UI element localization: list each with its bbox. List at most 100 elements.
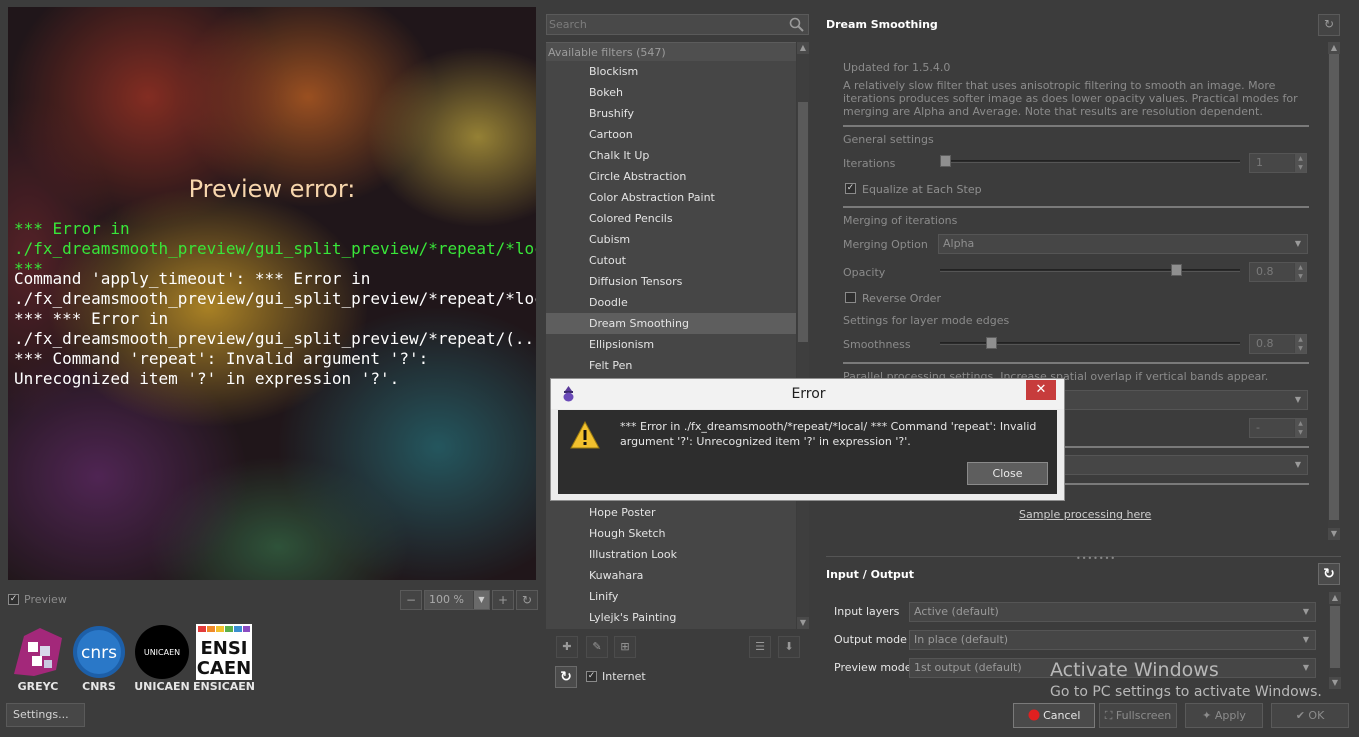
filter-list-item[interactable]: Diffusion Tensors [546,271,796,292]
reset-params-button[interactable]: ↻ [1318,14,1340,36]
preview-canvas[interactable]: Preview error: *** Error in ./fx_dreamsm… [8,7,536,580]
filter-list-item[interactable]: Color Abstraction Paint [546,187,796,208]
params-scroll-thumb[interactable] [1329,54,1339,520]
cnrs-label: CNRS [82,680,116,693]
preview-checkbox[interactable]: ✓ [8,594,19,605]
zoom-dropdown-arrow-icon[interactable]: ▼ [473,591,489,609]
filter-list-item[interactable]: Ellipsionism [546,334,796,355]
iterations-slider[interactable] [940,155,1240,167]
download-button[interactable]: ⬇ [778,636,800,658]
scroll-down-icon[interactable]: ▼ [1328,528,1340,540]
dialog-close-button[interactable]: Close [967,462,1048,485]
dialog-titlebar[interactable]: Error ✕ [551,379,1064,409]
tree-view-button[interactable]: ⊞ [614,636,636,658]
filter-list-item[interactable]: Bokeh [546,82,796,103]
error-dialog[interactable]: Error ✕ *** Error in ./fx_dreamsmooth/*r… [550,378,1065,501]
reset-io-icon[interactable]: ↻ [1318,563,1340,585]
filter-list-item[interactable]: Circle Abstraction [546,166,796,187]
smoothness-slider[interactable] [940,337,1240,349]
spatial-overlap-spinbox[interactable]: - ▲ ▼ [1249,418,1307,438]
equalize-checkbox[interactable]: ✓ [845,183,856,194]
remove-fave-button[interactable]: ✎ [586,636,608,658]
filter-list-item[interactable]: Linify [546,586,796,607]
apply-button[interactable]: ✦ Apply [1185,703,1263,728]
zoom-level-field[interactable]: 100 % ▼ [424,590,490,610]
available-filters-header: Available filters (547) [546,42,796,61]
spin-arrows-icon[interactable]: ▲ ▼ [1294,419,1306,437]
svg-text:cnrs: cnrs [81,643,117,663]
separator [843,125,1309,127]
filter-list-item[interactable]: Chalk It Up [546,145,796,166]
opacity-slider[interactable] [940,264,1240,276]
spin-arrows-icon[interactable]: ▲ ▼ [1294,154,1306,172]
smoothness-slider-handle[interactable] [986,337,997,349]
io-scroll-thumb[interactable] [1330,606,1340,668]
filter-list-scrollbar[interactable]: ▲ ▼ [797,42,809,629]
svg-text:CAEN: CAEN [197,658,252,679]
scroll-up-icon[interactable]: ▲ [1328,42,1340,54]
filter-list-item[interactable]: Lylejk's Painting [546,607,796,628]
filter-list-item[interactable]: Illustration Look [546,544,796,565]
opacity-value: 0.8 [1256,265,1274,278]
zoom-reset-button[interactable]: ↻ [516,590,538,610]
filter-list-scroll-thumb[interactable] [798,102,808,342]
scroll-down-icon[interactable]: ▼ [1329,677,1341,689]
scroll-down-icon[interactable]: ▼ [797,617,809,629]
iterations-spinbox[interactable]: 1 ▲ ▼ [1249,153,1307,173]
scroll-up-icon[interactable]: ▲ [797,42,809,54]
dialog-message: *** Error in ./fx_dreamsmooth/*repeat/*l… [620,420,1037,448]
close-icon[interactable]: ✕ [1026,380,1056,400]
filter-list-item[interactable]: Dream Smoothing [546,313,796,334]
settings-button[interactable]: Settings... [6,703,85,727]
io-scrollbar[interactable]: ▲ ▼ [1329,592,1341,689]
cancel-button[interactable]: Cancel [1013,703,1095,728]
iterations-slider-handle[interactable] [940,155,951,167]
output-mode-select[interactable]: In place (default) ▼ [909,630,1316,650]
activate-windows-subtitle: Go to PC settings to activate Windows. [1050,684,1322,700]
ok-button[interactable]: ✔ OK [1271,703,1349,728]
opacity-spinbox[interactable]: 0.8 ▲ ▼ [1249,262,1307,282]
edges-header: Settings for layer mode edges [843,314,1010,327]
search-placeholder: Search [549,18,587,31]
ok-button-label: OK [1308,709,1325,722]
filter-list-item[interactable]: Cutout [546,250,796,271]
smoothness-spinbox[interactable]: 0.8 ▲ ▼ [1249,334,1307,354]
fullscreen-button-label: Fullscreen [1115,709,1172,722]
preview-mode-value: 1st output (default) [914,661,1022,674]
unicaen-logo: UNICAEN [135,625,189,679]
internet-checkbox[interactable]: ✓ [586,671,597,682]
input-layers-select[interactable]: Active (default) ▼ [909,602,1316,622]
fullscreen-button[interactable]: ⛶ Fullscreen [1099,703,1177,728]
filter-list-item[interactable]: Cubism [546,229,796,250]
splitter-grip-icon[interactable]: ••••••• [1076,554,1116,563]
equalize-label: Equalize at Each Step [862,183,982,196]
params-scrollbar[interactable]: ▲ ▼ [1328,42,1340,540]
filter-list[interactable]: Blockism Bokeh Brushify Cartoon Chalk It Up C… [546,61,796,629]
reverse-order-checkbox[interactable] [845,292,856,303]
zoom-out-button[interactable]: − [400,590,422,610]
selection-mode-button[interactable]: ☰ [749,636,771,658]
filter-list-item[interactable]: Cartoon [546,124,796,145]
filter-list-item[interactable]: Felt Pen [546,355,796,376]
add-fave-button[interactable]: ✚ [556,636,578,658]
activate-windows-title: Activate Windows [1050,659,1219,681]
spin-arrows-icon[interactable]: ▲ ▼ [1294,335,1306,353]
filter-list-item[interactable]: Hough Sketch [546,523,796,544]
separator [843,206,1309,208]
filter-list-item[interactable]: Brushify [546,103,796,124]
merging-option-select[interactable]: Alpha ▼ [938,234,1308,254]
spin-arrows-icon[interactable]: ▲ ▼ [1294,263,1306,281]
zoom-in-button[interactable]: + [492,590,514,610]
sample-processing-link[interactable]: Sample processing here [1019,508,1151,521]
filter-list-item[interactable]: Blockism [546,61,796,82]
filter-list-item[interactable]: Hope Poster [546,502,796,523]
scroll-up-icon[interactable]: ▲ [1329,592,1341,604]
search-input[interactable]: Search [546,14,809,35]
filter-list-item[interactable]: Kuwahara [546,565,796,586]
smoothness-value: 0.8 [1256,337,1274,350]
filter-list-item[interactable]: Doodle [546,292,796,313]
refresh-filters-icon[interactable]: ↻ [555,666,577,688]
cnrs-logo: cnrs [73,626,125,678]
filter-list-item[interactable]: Colored Pencils [546,208,796,229]
opacity-slider-handle[interactable] [1171,264,1182,276]
